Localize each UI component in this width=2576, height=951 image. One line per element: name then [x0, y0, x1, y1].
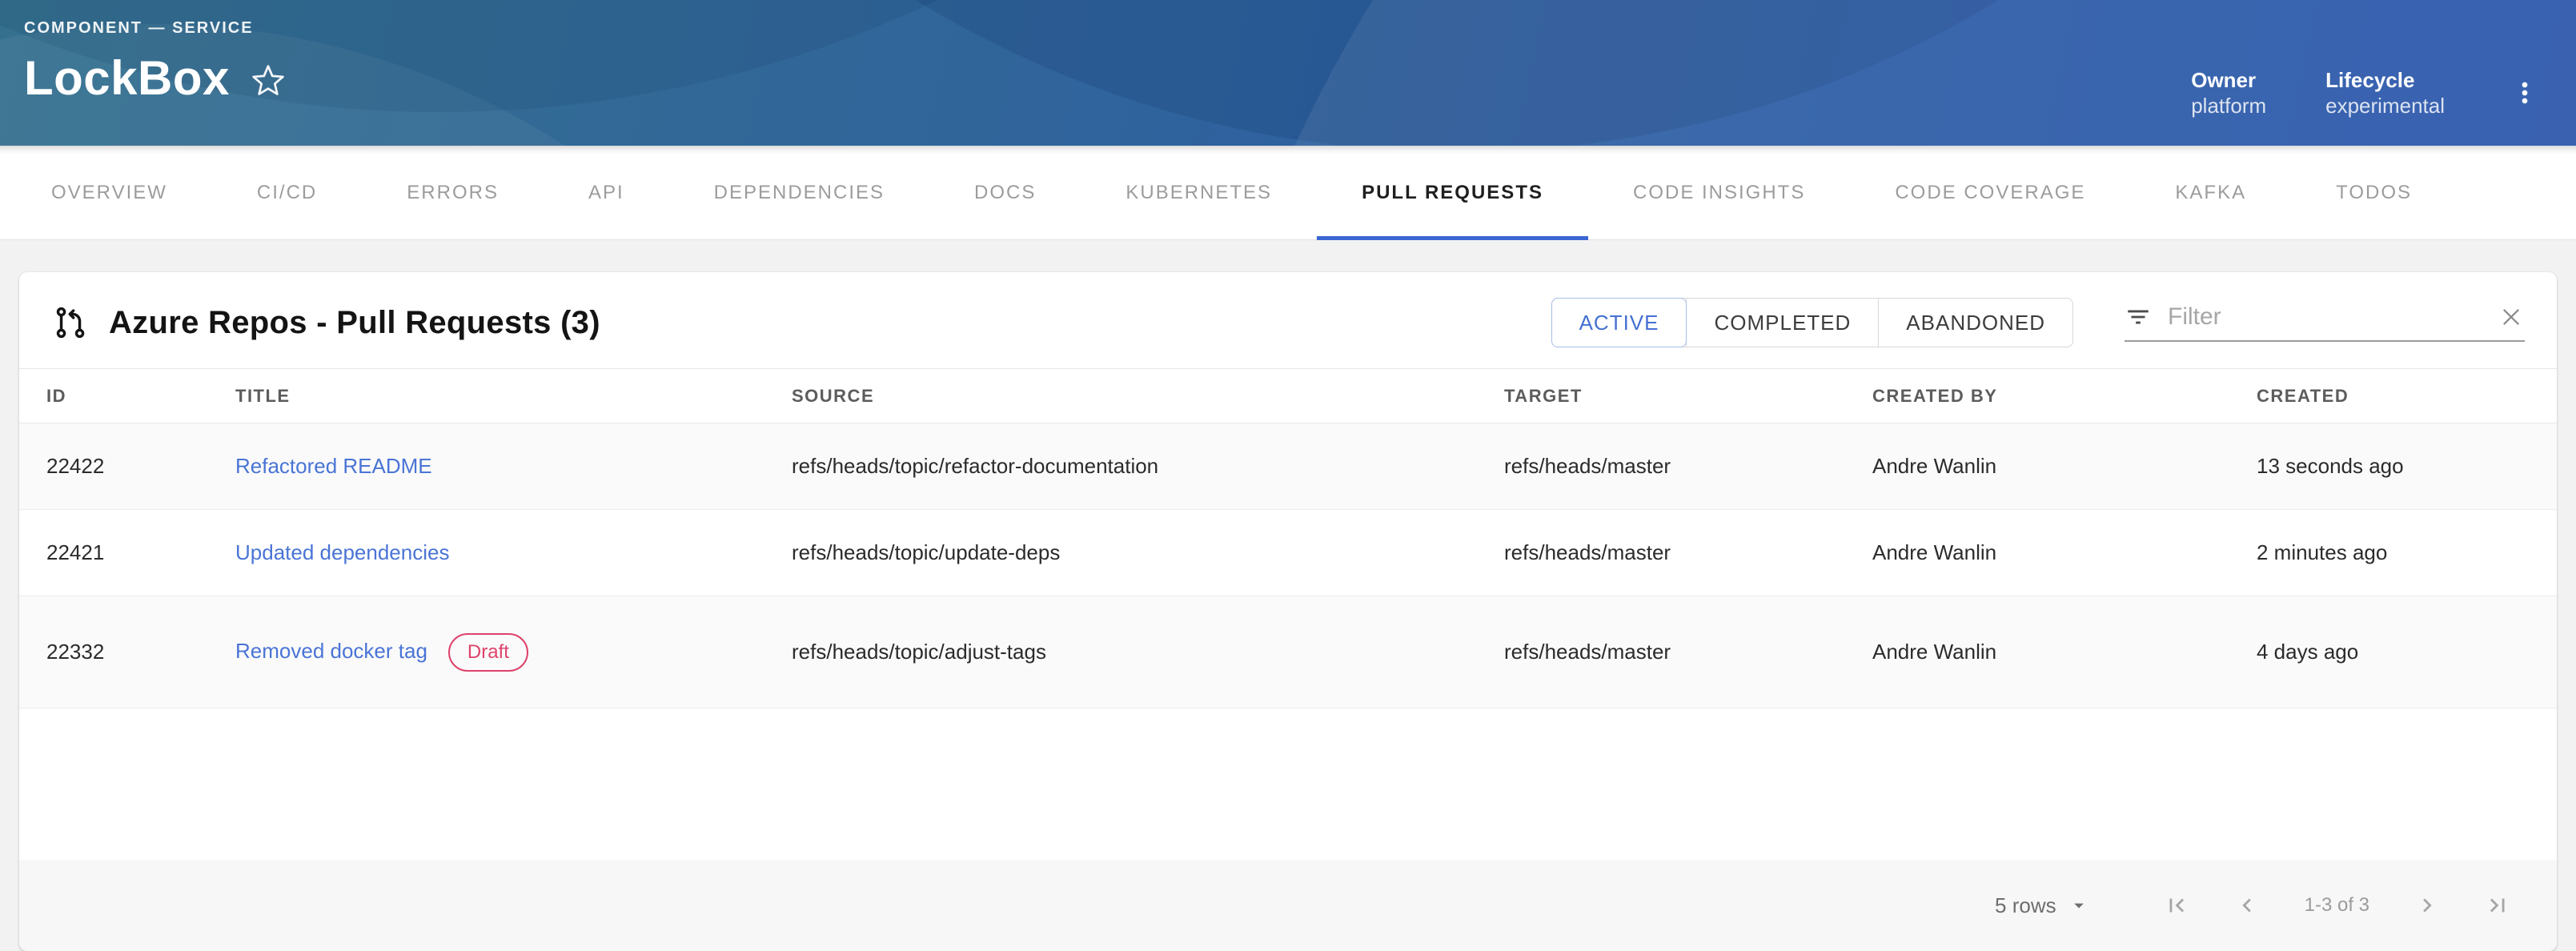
- table-pagination: 5 rows 1-3 of 3: [19, 860, 2557, 951]
- pull-request-icon: [53, 304, 90, 341]
- column-header-created: CREATED: [2233, 369, 2557, 423]
- filter-input[interactable]: [2168, 303, 2482, 331]
- tab-code-coverage[interactable]: CODE COVERAGE: [1850, 146, 2130, 239]
- pr-source: refs/heads/topic/refactor-documentation: [768, 423, 1480, 510]
- tab-pull-requests[interactable]: PULL REQUESTS: [1317, 146, 1588, 239]
- column-header-id: ID: [19, 369, 211, 423]
- pagination-range: 1-3 of 3: [2305, 894, 2369, 917]
- lifecycle-block: Lifecycle experimental: [2325, 67, 2445, 119]
- pr-id: 22332: [19, 596, 211, 708]
- draft-badge: Draft: [448, 633, 528, 672]
- rows-per-page-select[interactable]: 5 rows: [1995, 893, 2090, 918]
- pr-title-link[interactable]: Refactored README: [235, 454, 432, 478]
- pr-title-link[interactable]: Removed docker tag: [235, 638, 427, 662]
- next-page-icon[interactable]: [2392, 892, 2462, 919]
- tab-code-insights[interactable]: CODE INSIGHTS: [1588, 146, 1850, 239]
- pr-created-by: Andre Wanlin: [1848, 596, 2233, 708]
- tab-ci-cd[interactable]: CI/CD: [212, 146, 362, 239]
- tab-errors[interactable]: ERRORS: [362, 146, 544, 239]
- filter-abandoned-button[interactable]: ABANDONED: [1878, 299, 2072, 347]
- pr-source: refs/heads/topic/update-deps: [768, 510, 1480, 596]
- pr-id: 22421: [19, 510, 211, 596]
- pr-status-filter-group: ACTIVE COMPLETED ABANDONED: [1551, 298, 2073, 347]
- header-meta: Owner platform Lifecycle experimental: [2191, 40, 2541, 146]
- header-left: COMPONENT — SERVICE LockBox: [24, 19, 286, 146]
- pr-created: 2 minutes ago: [2233, 510, 2557, 596]
- pr-created-by: Andre Wanlin: [1848, 423, 2233, 510]
- column-header-created-by: CREATED BY: [1848, 369, 2233, 423]
- filter-completed-button[interactable]: COMPLETED: [1686, 299, 1878, 347]
- lifecycle-value: experimental: [2325, 93, 2445, 119]
- pr-created-by: Andre Wanlin: [1848, 510, 2233, 596]
- pr-title-link[interactable]: Updated dependencies: [235, 540, 449, 564]
- pr-target: refs/heads/master: [1480, 510, 1848, 596]
- table-row: 22421 Updated dependencies refs/heads/to…: [19, 510, 2557, 596]
- rows-per-page-value: 5 rows: [1995, 893, 2056, 918]
- table-row: 22422 Refactored README refs/heads/topic…: [19, 423, 2557, 510]
- breadcrumb: COMPONENT — SERVICE: [24, 19, 286, 38]
- clear-filter-icon[interactable]: [2498, 303, 2525, 331]
- pull-requests-table: ID TITLE SOURCE TARGET CREATED BY CREATE…: [19, 368, 2557, 708]
- table-empty-space: [19, 708, 2557, 860]
- lifecycle-label: Lifecycle: [2325, 67, 2445, 94]
- tab-kafka[interactable]: KAFKA: [2130, 146, 2291, 239]
- filter-active-button[interactable]: ACTIVE: [1551, 298, 1687, 347]
- table-header-row: ID TITLE SOURCE TARGET CREATED BY CREATE…: [19, 369, 2557, 423]
- last-page-icon[interactable]: [2462, 892, 2533, 919]
- filter-list-icon: [2125, 303, 2152, 331]
- column-header-title: TITLE: [211, 369, 768, 423]
- pr-target: refs/heads/master: [1480, 423, 1848, 510]
- kebab-menu-icon[interactable]: [2509, 77, 2541, 109]
- tab-kubernetes[interactable]: KUBERNETES: [1081, 146, 1317, 239]
- pr-created: 4 days ago: [2233, 596, 2557, 708]
- owner-block: Owner platform: [2191, 67, 2266, 119]
- entity-header: COMPONENT — SERVICE LockBox Owner platfo…: [0, 0, 2576, 146]
- tab-docs[interactable]: DOCS: [929, 146, 1081, 239]
- page-content: Azure Repos - Pull Requests (3) ACTIVE C…: [0, 240, 2576, 951]
- owner-label: Owner: [2191, 67, 2266, 94]
- page-title: LockBox: [24, 50, 230, 106]
- previous-page-icon[interactable]: [2212, 892, 2282, 919]
- pr-id: 22422: [19, 423, 211, 510]
- owner-value: platform: [2191, 93, 2266, 119]
- chevron-down-icon: [2068, 894, 2090, 917]
- pr-created: 13 seconds ago: [2233, 423, 2557, 510]
- table-row: 22332 Removed docker tag Draft refs/heads…: [19, 596, 2557, 708]
- first-page-icon[interactable]: [2141, 892, 2212, 919]
- pr-target: refs/heads/master: [1480, 596, 1848, 708]
- tab-todos[interactable]: TODOS: [2291, 146, 2457, 239]
- card-header: Azure Repos - Pull Requests (3) ACTIVE C…: [19, 272, 2557, 368]
- pull-requests-card: Azure Repos - Pull Requests (3) ACTIVE C…: [19, 272, 2557, 951]
- tab-dependencies[interactable]: DEPENDENCIES: [669, 146, 929, 239]
- entity-tabbar: OVERVIEW CI/CD ERRORS API DEPENDENCIES D…: [0, 146, 2576, 240]
- column-header-target: TARGET: [1480, 369, 1848, 423]
- column-header-source: SOURCE: [768, 369, 1480, 423]
- tab-api[interactable]: API: [544, 146, 669, 239]
- pr-source: refs/heads/topic/adjust-tags: [768, 596, 1480, 708]
- filter-field: [2125, 303, 2525, 342]
- favorite-star-icon[interactable]: [251, 63, 286, 98]
- tab-overview[interactable]: OVERVIEW: [6, 146, 212, 239]
- card-title: Azure Repos - Pull Requests (3): [109, 305, 600, 341]
